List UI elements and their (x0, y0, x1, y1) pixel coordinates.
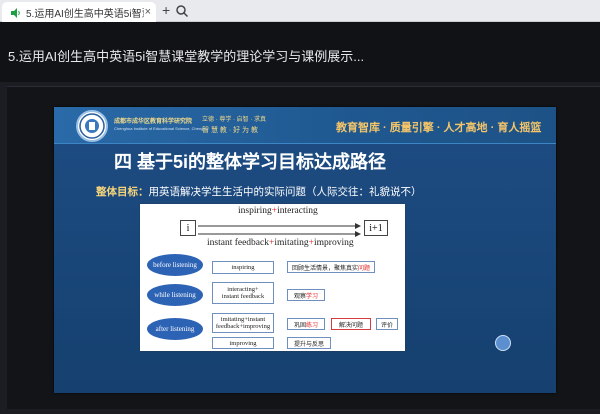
stage-after-listening: after listening (147, 318, 203, 340)
new-tab-button[interactable]: + (162, 2, 170, 18)
top-label: inspiring+interacting (238, 206, 318, 216)
activity-box-2: 观察 学习 (287, 289, 325, 301)
activity-box-1-text: 回顾生活情景，聚焦真实 (291, 265, 358, 272)
middle-label-a: instant feedback (207, 238, 269, 248)
activity-box-1: 回顾生活情景，聚焦真实 问题 (287, 261, 375, 273)
motto-line-2: 智 慧 教 · 好 为 教 (202, 127, 258, 134)
method-box-2-line-1: interacting+ (227, 286, 259, 293)
presentation-slide: 成都市成华区教育科学研究院 Chenghua Institute of Educ… (54, 107, 556, 393)
section-title: 四 基于5i的整体学习目标达成路径 (114, 152, 387, 172)
method-box-2-line-2: instant feedback (221, 293, 265, 300)
activity-box-5: 评价 (376, 318, 398, 330)
activity-box-3-highlight: 练习 (306, 322, 319, 329)
top-label-right: interacting (277, 206, 318, 216)
browser-tab-bar: 5.运用AI创生高中英语5i智慧课 × + (0, 0, 600, 22)
method-box-4: improving (212, 337, 274, 349)
middle-label: instant feedback+imitating+improving (207, 238, 354, 248)
stage-while-listening: while listening (147, 284, 203, 306)
institute-logo (76, 110, 108, 142)
search-icon[interactable] (175, 4, 189, 18)
institute-english-name: Chenghua Institute of Educational Scienc… (114, 126, 208, 131)
activity-box-4: 解决问题 (331, 318, 371, 330)
middle-label-c: improving (314, 238, 354, 248)
top-label-left: inspiring (238, 206, 272, 216)
middle-label-b: imitating (274, 238, 309, 248)
activity-box-2-highlight: 学习 (306, 293, 319, 300)
active-tab[interactable]: 5.运用AI创生高中英语5i智慧课 × (2, 2, 156, 22)
activity-box-2-text: 观察 (293, 293, 306, 300)
page-title: 5.运用AI创生高中英语5i智慧课堂教学的理论学习与课例展示... (8, 49, 365, 64)
motto-line-1: 立德 · 尊学 · 启智 · 求真 (202, 117, 266, 123)
goal-label: 整体目标： (96, 186, 149, 198)
method-box-2: interacting+ instant feedback (212, 282, 274, 304)
goal-line: 整体目标：用英语解决学生生活中的实际问题（人际交往：礼貌说不） (96, 184, 422, 199)
start-box: i (180, 220, 196, 236)
method-box-3-line-1: imitating+instant (220, 316, 266, 323)
slide-slogan: 教育智库 · 质量引擎 · 人才高地 · 育人摇篮 (336, 122, 542, 134)
tab-title: 5.运用AI创生高中英语5i智慧课 (26, 8, 144, 20)
activity-box-6: 提升与反思 (287, 337, 331, 349)
learning-path-diagram: inspiring+interacting i i+1 instant feed… (140, 204, 405, 351)
institute-name: 成都市成华区教育科学研究院 (114, 119, 193, 125)
activity-box-3: 巩固 练习 (287, 318, 325, 330)
goal-text: 用英语解决学生生活中的实际问题（人际交往：礼貌说不） (148, 186, 422, 198)
method-box-3-line-2: feedback+improving (215, 323, 271, 330)
tab-close-button[interactable]: × (145, 4, 151, 20)
activity-box-3-text: 巩固 (293, 322, 306, 329)
method-box-3: imitating+instant feedback+improving (212, 313, 274, 333)
end-box: i+1 (364, 220, 388, 236)
slide-banner: 成都市成华区教育科学研究院 Chenghua Institute of Educ… (54, 107, 556, 144)
activity-box-1-highlight: 问题 (358, 265, 371, 272)
speaker-icon[interactable] (10, 6, 22, 18)
method-box-1: inspiring (212, 261, 274, 274)
play-badge-icon[interactable] (495, 335, 511, 351)
stage-before-listening: before listening (147, 254, 203, 276)
